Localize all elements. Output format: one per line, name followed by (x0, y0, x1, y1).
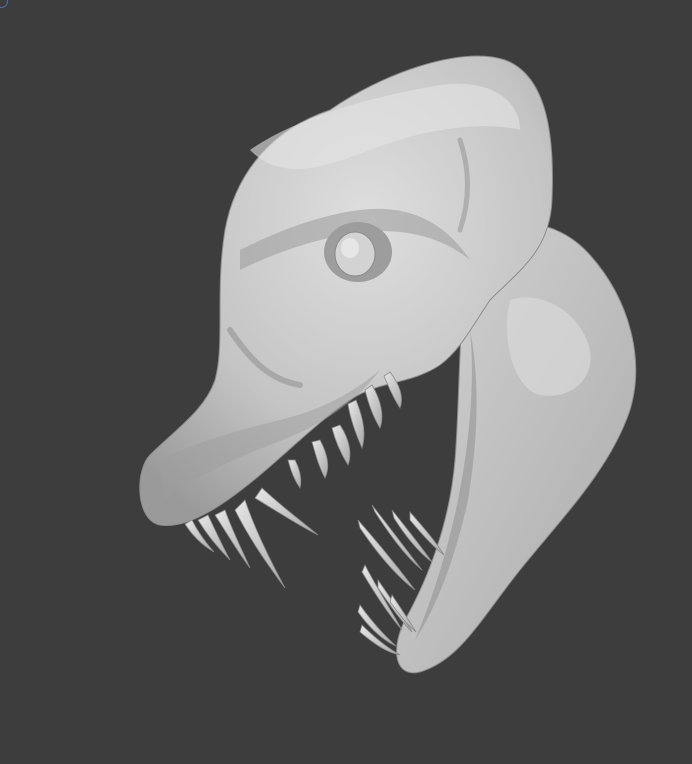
tooth-fang-upper-1 (234, 499, 286, 589)
creature-skull-sculpt[interactable] (0, 0, 692, 764)
tooth-lower-2 (371, 504, 423, 571)
tooth-fang-upper-2 (254, 487, 319, 536)
tooth-upper-8 (331, 424, 351, 466)
tooth-upper-9 (347, 399, 365, 450)
eye-highlight (341, 238, 359, 258)
3d-viewport[interactable] (0, 0, 692, 764)
tooth-upper-10 (364, 384, 383, 429)
tooth-upper-6 (287, 459, 302, 489)
tooth-lower-4 (409, 510, 445, 556)
tooth-upper-7 (311, 439, 329, 479)
